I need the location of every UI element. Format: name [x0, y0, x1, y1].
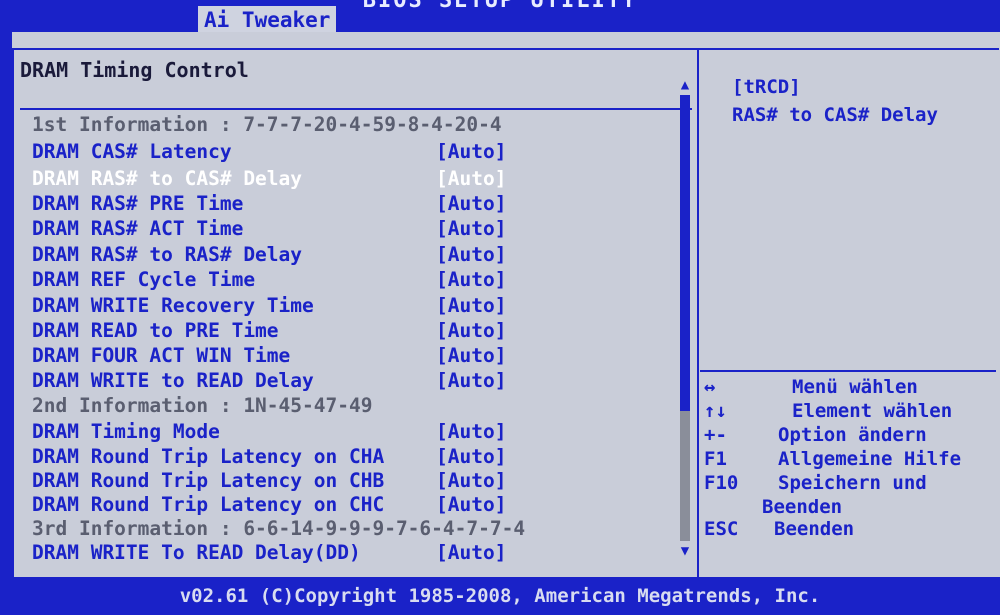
- setting-value[interactable]: [Auto]: [436, 541, 506, 564]
- scrollbar[interactable]: ▲ ▼: [678, 77, 692, 559]
- legend-key: ESC: [704, 518, 739, 540]
- help-divider: [700, 370, 996, 372]
- info-text: 2nd Information : 1N-45-47-49: [32, 394, 373, 417]
- setting-value[interactable]: [Auto]: [436, 192, 506, 215]
- tab-ai-tweaker[interactable]: Ai Tweaker: [198, 6, 337, 32]
- setting-value[interactable]: [Auto]: [436, 140, 506, 163]
- legend-key: F1: [704, 448, 727, 470]
- setting-label: DRAM CAS# Latency: [32, 140, 232, 163]
- setting-value[interactable]: [Auto]: [436, 319, 506, 342]
- setting-value[interactable]: [Auto]: [436, 217, 506, 240]
- setting-value[interactable]: [Auto]: [436, 167, 506, 190]
- scroll-down-arrow-icon[interactable]: ▼: [678, 543, 692, 559]
- utility-title: BIOS SETUP UTILITY: [362, 0, 638, 13]
- legend-description: Speichern und: [778, 472, 927, 494]
- setting-label: DRAM RAS# ACT Time: [32, 217, 244, 240]
- legend-description: Option ändern: [778, 424, 927, 446]
- help-description: RAS# to CAS# Delay: [732, 104, 938, 126]
- setting-label: DRAM WRITE Recovery Time: [32, 294, 314, 317]
- setting-value[interactable]: [Auto]: [436, 268, 506, 291]
- copyright-text: v02.61 (C)Copyright 1985-2008, American …: [179, 585, 821, 607]
- setting-value[interactable]: [Auto]: [436, 445, 506, 468]
- info-text: 1st Information : 7-7-7-20-4-59-8-4-20-4: [32, 113, 502, 136]
- legend-key: F10: [704, 472, 739, 494]
- page-title: DRAM Timing Control: [20, 58, 249, 82]
- setting-label: DRAM Round Trip Latency on CHB: [32, 469, 385, 492]
- setting-value[interactable]: [Auto]: [436, 344, 506, 367]
- setting-label: DRAM Timing Mode: [32, 420, 220, 443]
- setting-label: DRAM RAS# to RAS# Delay: [32, 243, 303, 266]
- setting-value[interactable]: [Auto]: [436, 369, 506, 392]
- scroll-thumb[interactable]: [680, 95, 690, 411]
- setting-label: DRAM WRITE To READ Delay(DD): [32, 541, 361, 564]
- title-divider: [20, 108, 692, 110]
- setting-label: DRAM FOUR ACT WIN Time: [32, 344, 291, 367]
- legend-description: Menü wählen: [792, 376, 918, 398]
- legend-description: Beenden: [762, 496, 843, 518]
- title-bar: BIOS SETUP UTILITY Ai Tweaker: [0, 0, 1000, 32]
- setting-label: DRAM REF Cycle Time: [32, 268, 256, 291]
- setting-label: DRAM Round Trip Latency on CHA: [32, 445, 385, 468]
- legend-description: Beenden: [774, 518, 855, 540]
- legend-description: Element wählen: [792, 400, 953, 422]
- setting-label: DRAM WRITE to READ Delay: [32, 369, 314, 392]
- help-tag: [tRCD]: [732, 76, 801, 98]
- setting-value[interactable]: [Auto]: [436, 493, 506, 516]
- scroll-up-arrow-icon[interactable]: ▲: [678, 77, 692, 93]
- setting-label: DRAM RAS# PRE Time: [32, 192, 244, 215]
- help-panel: [697, 48, 999, 578]
- setting-label: DRAM Round Trip Latency on CHC: [32, 493, 385, 516]
- setting-value[interactable]: [Auto]: [436, 469, 506, 492]
- setting-value[interactable]: [Auto]: [436, 420, 506, 443]
- setting-label: DRAM READ to PRE Time: [32, 319, 279, 342]
- setting-label: DRAM RAS# to CAS# Delay: [32, 167, 303, 190]
- legend-key: ↑↓: [704, 400, 727, 422]
- legend-key: +-: [704, 424, 727, 446]
- legend-description: Allgemeine Hilfe: [778, 448, 962, 470]
- legend-key: ↔: [704, 376, 716, 398]
- setting-value[interactable]: [Auto]: [436, 243, 506, 266]
- info-text: 3rd Information : 6-6-14-9-9-9-7-6-4-7-7…: [32, 517, 526, 540]
- setting-value[interactable]: [Auto]: [436, 294, 506, 317]
